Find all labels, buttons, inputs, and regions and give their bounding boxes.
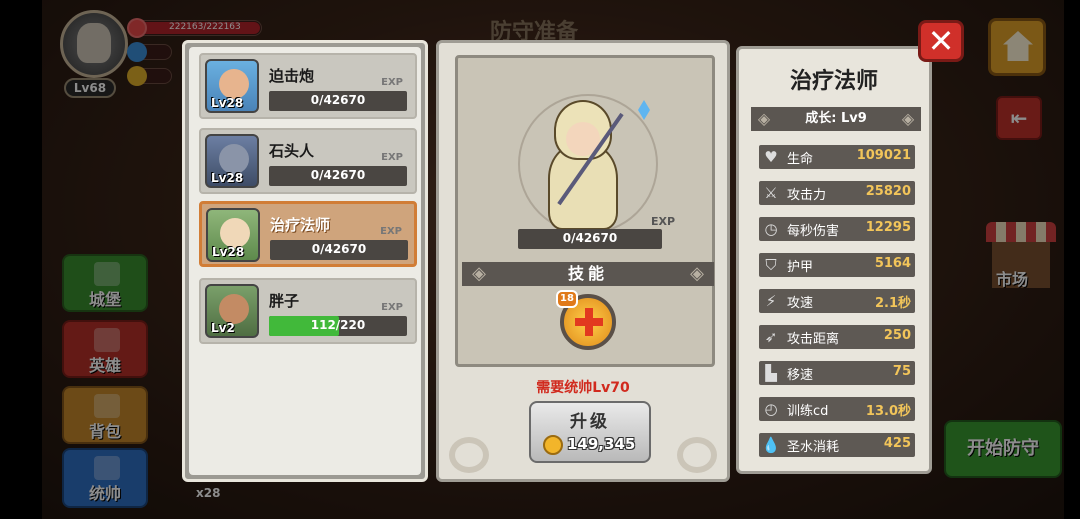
clock-icon: ◴ (764, 400, 778, 418)
growth-level: 成长: Lv9 (805, 111, 867, 126)
stat-row-attack-speed: ⚡ 攻速 2.1秒 (759, 289, 915, 313)
heal-cross-icon (575, 308, 603, 336)
hero-exp-bar: 0/42670 (269, 166, 407, 186)
water-drop-icon: 💧 (761, 436, 781, 454)
hero-name: 治疗法师 (270, 216, 331, 234)
exp-label: EXP (381, 302, 403, 313)
hero-list-panel: Lv28 迫击炮 EXP 0/42670 Lv28 石头人 EXP 0/4267… (182, 40, 428, 482)
hero-level: Lv28 (211, 171, 244, 185)
lightning-icon: ⚡ (765, 292, 777, 310)
bow-icon: ➶ (764, 328, 778, 346)
hero-exp-text: 0/42670 (310, 93, 366, 107)
stat-row-range: ➶ 攻击距离 250 (759, 325, 915, 349)
hero-row-selected[interactable]: Lv28 治疗法师 EXP 0/42670 (199, 201, 417, 267)
hero-row[interactable]: Lv28 石头人 EXP 0/42670 (199, 128, 417, 194)
hero-portrait: Lv28 (205, 59, 259, 113)
hero-name: 胖子 (269, 292, 300, 310)
close-icon: ✕ (927, 22, 955, 60)
swirl-ornament-icon (449, 437, 489, 473)
hero-level: Lv28 (212, 245, 245, 259)
close-button[interactable]: ✕ (918, 20, 964, 62)
hero-row[interactable]: Lv28 迫击炮 EXP 0/42670 (199, 53, 417, 119)
stat-row-dps: ◷ 每秒伤害 12295 (759, 217, 915, 241)
exp-label: EXP (381, 152, 403, 163)
hero-exp-text: 112/220 (310, 318, 366, 332)
hero-exp-bar: 0/42670 (270, 240, 408, 260)
scroll-ornament-icon: ◈ (472, 263, 486, 284)
gold-coin-icon (543, 435, 563, 455)
stat-row-hp: ♥ 生命 109021 (759, 145, 915, 169)
boot-icon: ▙ (765, 364, 777, 382)
heart-icon: ♥ (764, 148, 778, 166)
hero-stats-panel: 治疗法师 ◈ 成长: Lv9 ◈ ♥ 生命 109021 ⚔ 攻击力 25820… (736, 46, 932, 474)
stat-row-training-cd: ◴ 训练cd 13.0秒 (759, 397, 915, 421)
upgrade-cost: 149,345 (567, 435, 636, 453)
hero-exp-bar: 112/220 (269, 316, 407, 336)
detail-exp-text: 0/42670 (562, 231, 618, 245)
stat-row-attack: ⚔ 攻击力 25820 (759, 181, 915, 205)
hero-showcase: EXP 0/42670 ◈ 技能 ◈ 18 (455, 55, 715, 367)
skill-level-badge: 18 (556, 290, 578, 308)
skills-banner: ◈ 技能 ◈ (462, 262, 714, 286)
scroll-ornament-icon: ◈ (757, 109, 771, 128)
game-scene: Lv68 222163/222163 防守准备 城堡 英雄 背包 统帅 x28 … (0, 0, 1080, 519)
swirl-ornament-icon (677, 437, 717, 473)
hero-portrait: Lv28 (205, 134, 259, 188)
stat-row-elixir-cost: 💧 圣水消耗 425 (759, 433, 915, 457)
growth-banner: ◈ 成长: Lv9 ◈ (751, 107, 921, 131)
stat-row-armor: ⛉ 护甲 5164 (759, 253, 915, 277)
hero-portrait: Lv28 (206, 208, 260, 262)
hero-name: 迫击炮 (269, 67, 315, 85)
hero-detail-panel: EXP 0/42670 ◈ 技能 ◈ 18 需要统帅Lv70 升级 149,34… (436, 40, 730, 482)
upgrade-button[interactable]: 升级 149,345 (529, 401, 651, 463)
sword-icon: ⚔ (764, 184, 778, 202)
stat-row-move-speed: ▙ 移速 75 (759, 361, 915, 385)
exp-label: EXP (651, 215, 676, 228)
hero-exp-text: 0/42670 (311, 242, 367, 256)
hero-level: Lv28 (211, 96, 244, 110)
hero-exp-bar: 0/42670 (269, 91, 407, 111)
stats-hero-name: 治疗法师 (789, 69, 878, 94)
timer-sword-icon: ◷ (764, 220, 778, 238)
hero-row[interactable]: Lv2 胖子 EXP 112/220 (199, 278, 417, 344)
requirement-text: 需要统帅Lv70 (536, 380, 630, 396)
scroll-ornament-icon: ◈ (690, 263, 704, 284)
exp-label: EXP (380, 226, 402, 237)
scroll-ornament-icon: ◈ (901, 109, 915, 128)
hero-name: 石头人 (269, 142, 315, 160)
shield-icon: ⛉ (765, 256, 777, 274)
hero-illustration (518, 94, 658, 234)
skills-title: 技能 (567, 264, 608, 283)
hero-portrait: Lv2 (205, 284, 259, 338)
hero-exp-text: 0/42670 (310, 168, 366, 182)
exp-label: EXP (381, 77, 403, 88)
hero-level: Lv2 (211, 321, 235, 335)
detail-exp-bar: 0/42670 (518, 229, 662, 249)
upgrade-label: 升级 (570, 412, 610, 432)
